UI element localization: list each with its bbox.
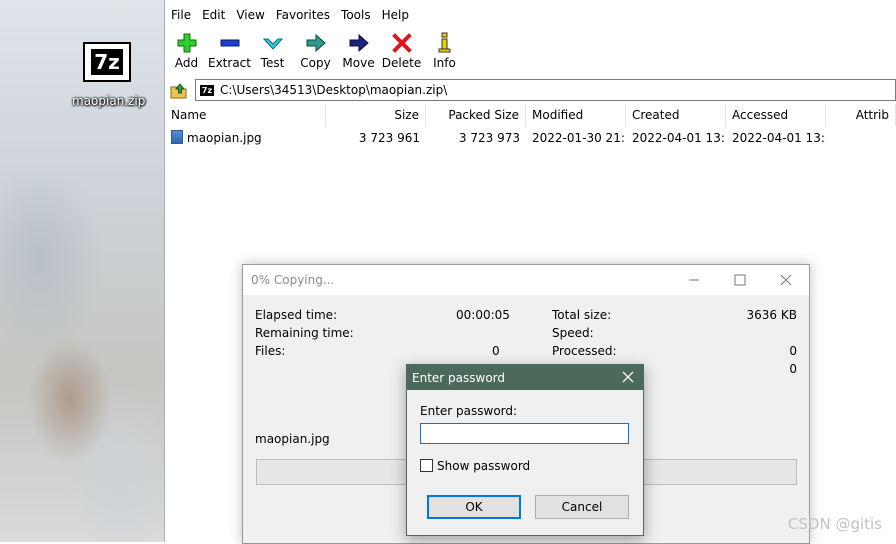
info-label: Info xyxy=(433,56,456,70)
col-attrib[interactable]: Attrib xyxy=(826,104,896,126)
total-size-value: 3636 KB xyxy=(746,308,797,322)
close-icon xyxy=(622,371,634,383)
desktop-zip-file[interactable]: 7z maopian.zip xyxy=(72,42,146,108)
file-modified: 2022-01-30 21:11 xyxy=(532,131,626,145)
current-file: maopian.jpg xyxy=(255,432,330,446)
extract-label: Extract xyxy=(208,56,251,70)
show-password-label[interactable]: Show password xyxy=(437,459,530,473)
file-name: maopian.jpg xyxy=(187,131,262,145)
menu-bar: File Edit View Favorites Tools Help xyxy=(165,0,896,30)
minimize-button[interactable] xyxy=(671,265,717,295)
menu-view[interactable]: View xyxy=(236,8,270,22)
col-name[interactable]: Name xyxy=(165,104,326,126)
file-created: 2022-04-01 13:11 xyxy=(632,131,726,145)
copy-button[interactable]: Copy xyxy=(294,27,337,75)
address-field[interactable]: 7z C:\Users\34513\Desktop\maopian.zip\ xyxy=(195,79,896,101)
desktop: 7z maopian.zip xyxy=(0,0,165,542)
elapsed-label: Elapsed time: xyxy=(255,308,338,322)
add-button[interactable]: Add xyxy=(165,27,208,75)
password-input[interactable] xyxy=(420,423,629,444)
close-icon xyxy=(780,274,792,286)
add-label: Add xyxy=(174,56,199,70)
delete-icon xyxy=(380,32,423,54)
info-button[interactable]: Info xyxy=(423,27,466,75)
password-close-button[interactable] xyxy=(613,368,643,387)
file-size: 3 723 961 xyxy=(358,131,420,145)
test-icon xyxy=(251,32,294,54)
col-modified[interactable]: Modified xyxy=(526,104,626,126)
show-password-checkbox[interactable] xyxy=(420,459,433,472)
maximize-icon xyxy=(734,274,746,286)
files-label: Files: xyxy=(255,344,286,358)
delete-button[interactable]: Delete xyxy=(380,27,423,75)
password-prompt: Enter password: xyxy=(420,404,518,418)
progress-title: 0% Copying... xyxy=(251,273,335,287)
table-row[interactable]: maopian.jpg 3 723 961 3 723 973 2022-01-… xyxy=(165,127,896,149)
maximize-button[interactable] xyxy=(717,265,763,295)
menu-favorites[interactable]: Favorites xyxy=(276,8,336,22)
total-size-label: Total size: xyxy=(552,308,612,322)
col-accessed[interactable]: Accessed xyxy=(726,104,826,126)
file-name-cell: maopian.jpg xyxy=(165,127,326,149)
menu-tools[interactable]: Tools xyxy=(341,8,377,22)
menu-edit[interactable]: Edit xyxy=(202,8,231,22)
extra-count-value: 0 xyxy=(789,362,797,376)
archive-icon: 7z xyxy=(200,84,214,96)
col-packed-size[interactable]: Packed Size xyxy=(426,104,526,126)
ok-button[interactable]: OK xyxy=(427,495,521,519)
address-path: C:\Users\34513\Desktop\maopian.zip\ xyxy=(220,83,448,97)
up-folder-icon[interactable] xyxy=(168,81,190,99)
file-packed-size: 3 723 973 xyxy=(458,131,520,145)
file-list: Name Size Packed Size Modified Created A… xyxy=(165,104,896,149)
copy-icon xyxy=(294,32,337,54)
processed-value: 0 xyxy=(789,344,797,358)
files-value: 0 xyxy=(492,344,500,358)
address-bar: 7z C:\Users\34513\Desktop\maopian.zip\ xyxy=(165,78,896,102)
menu-help[interactable]: Help xyxy=(382,8,415,22)
desktop-icon-label: maopian.zip xyxy=(72,94,146,108)
extract-icon xyxy=(208,32,251,54)
copy-label: Copy xyxy=(300,56,331,70)
password-titlebar: Enter password xyxy=(407,365,643,390)
info-icon xyxy=(423,32,466,54)
move-button[interactable]: Move xyxy=(337,27,380,75)
cancel-button[interactable]: Cancel xyxy=(535,495,629,519)
move-icon xyxy=(337,32,380,54)
toolbar: Add Extract Test Copy Move Delete Info xyxy=(165,27,466,75)
column-headers: Name Size Packed Size Modified Created A… xyxy=(165,104,896,127)
file-accessed: 2022-04-01 13:53 xyxy=(732,131,826,145)
test-label: Test xyxy=(260,56,285,70)
col-created[interactable]: Created xyxy=(626,104,726,126)
elapsed-value: 00:00:05 xyxy=(456,308,510,322)
extract-button[interactable]: Extract xyxy=(208,27,251,75)
move-label: Move xyxy=(342,56,375,70)
test-button[interactable]: Test xyxy=(251,27,294,75)
password-dialog-title: Enter password xyxy=(412,370,505,385)
progress-titlebar: 0% Copying... xyxy=(243,265,809,295)
logo-text: 7z xyxy=(91,49,123,75)
delete-label: Delete xyxy=(381,56,422,70)
minimize-icon xyxy=(689,279,699,281)
col-size[interactable]: Size xyxy=(326,104,426,126)
remaining-label: Remaining time: xyxy=(255,326,354,340)
processed-label: Processed: xyxy=(552,344,617,358)
close-button[interactable] xyxy=(763,265,809,295)
7zip-logo-icon: 7z xyxy=(83,42,131,82)
add-icon xyxy=(165,32,208,54)
watermark: CSDN @gitis xyxy=(787,515,882,533)
speed-label: Speed: xyxy=(552,326,594,340)
image-file-icon xyxy=(171,130,183,144)
menu-file[interactable]: File xyxy=(171,8,197,22)
enter-password-dialog: Enter password Enter password: Show pass… xyxy=(406,364,644,536)
